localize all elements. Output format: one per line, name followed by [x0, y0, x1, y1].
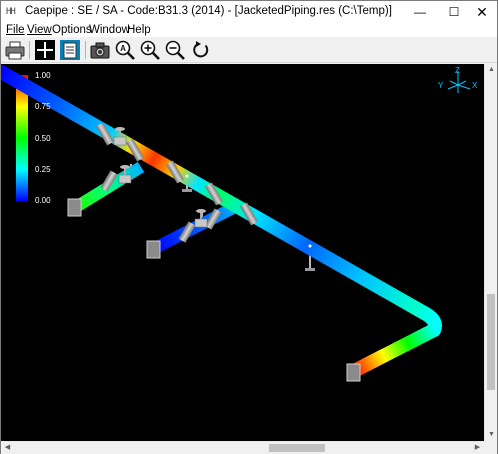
axis-y-label: Y: [438, 81, 444, 90]
toolbar: A: [1, 37, 497, 63]
menu-window[interactable]: Window: [89, 23, 130, 37]
maximize-button[interactable]: ☐: [439, 1, 469, 23]
zoom-window-letter: A: [120, 44, 126, 53]
menu-view[interactable]: View: [27, 23, 52, 37]
reset-view-icon: [193, 41, 209, 58]
horizontal-scroll-thumb[interactable]: [269, 444, 325, 452]
notes-icon: [60, 40, 80, 60]
menu-view-label: View: [27, 24, 52, 36]
legend-tick-0-50: 0.50: [35, 134, 51, 143]
app-icon: HH: [6, 7, 16, 17]
scrollbar-corner: [484, 441, 497, 454]
model-viewport[interactable]: Z Y X 1.00 0.75 0.50 0.25 0.00: [1, 64, 484, 441]
axis-x-label: X: [472, 81, 478, 90]
scroll-up-button[interactable]: ▲: [485, 64, 498, 76]
horizontal-scrollbar[interactable]: ◀ ▶: [1, 441, 484, 454]
menu-bar: File View Options Window Help: [1, 23, 497, 37]
node-marker: [185, 174, 189, 178]
printer-icon: [5, 41, 25, 60]
reset-view-button[interactable]: [190, 39, 212, 61]
select-button[interactable]: [34, 39, 56, 61]
camera-icon: [90, 42, 110, 59]
title-bar[interactable]: HH Caepipe : SE / SA - Code:B31.3 (2014)…: [1, 1, 497, 23]
menu-options[interactable]: Options: [52, 23, 92, 37]
node-marker: [308, 244, 312, 248]
axis-triad: Z Y X: [438, 66, 478, 93]
toolbar-separator: [29, 41, 30, 59]
zoom-out-button[interactable]: [164, 39, 186, 61]
menu-options-label: Options: [52, 24, 92, 36]
legend-tick-0-25: 0.25: [35, 165, 51, 174]
toolbar-separator: [85, 41, 86, 59]
menu-help-label: Help: [127, 24, 151, 36]
zoom-out-icon: [165, 40, 185, 60]
zoom-window-button[interactable]: A: [114, 39, 136, 61]
scroll-left-button[interactable]: ◀: [1, 442, 14, 454]
zoom-window-icon: A: [115, 40, 135, 60]
vertical-scroll-thumb[interactable]: [487, 294, 495, 390]
scroll-right-button[interactable]: ▶: [471, 442, 484, 454]
pipe-drop-leg[interactable]: [349, 323, 441, 377]
legend-tick-0-00: 0.00: [35, 196, 51, 205]
menu-help[interactable]: Help: [127, 23, 151, 37]
legend-tick-0-75: 0.75: [35, 102, 51, 111]
close-button[interactable]: ✕: [467, 1, 497, 23]
minimize-button[interactable]: —: [405, 1, 435, 23]
menu-file[interactable]: File: [6, 23, 25, 37]
piping-model[interactable]: Z Y X: [1, 64, 484, 441]
crosshair-icon: [35, 40, 55, 60]
axis-z-label: Z: [455, 66, 460, 75]
legend-tick-1-00: 1.00: [35, 71, 51, 80]
vertical-scrollbar[interactable]: ▲ ▼: [484, 64, 497, 441]
app-window: HH Caepipe : SE / SA - Code:B31.3 (2014)…: [0, 0, 498, 454]
menu-file-label: File: [6, 24, 25, 36]
menu-window-label: Window: [89, 24, 130, 36]
print-button[interactable]: [4, 39, 26, 61]
zoom-in-button[interactable]: [139, 39, 161, 61]
anchors: [67, 198, 361, 382]
window-title: Caepipe : SE / SA - Code:B31.3 (2014) - …: [25, 5, 392, 17]
notes-button[interactable]: [59, 39, 81, 61]
scroll-down-button[interactable]: ▼: [485, 429, 498, 441]
snapshot-button[interactable]: [89, 39, 111, 61]
zoom-in-icon: [140, 40, 160, 60]
